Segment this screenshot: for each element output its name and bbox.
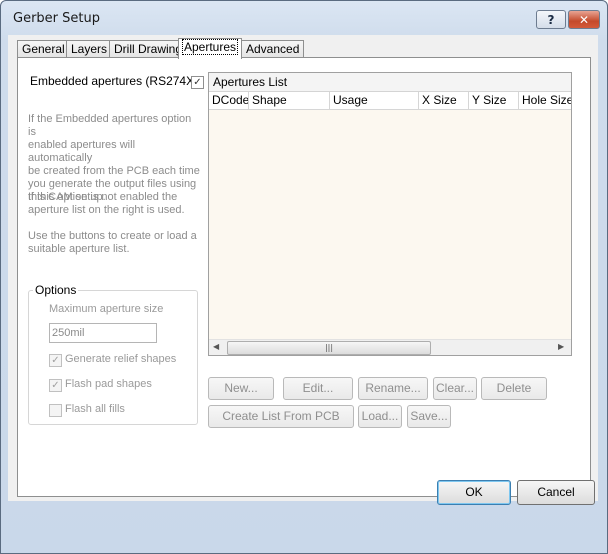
delete-button[interactable]: Delete xyxy=(481,377,547,400)
tab-drill-drawing-label: Drill Drawing xyxy=(114,42,183,56)
tab-general[interactable]: General xyxy=(17,40,70,58)
column-dcode[interactable]: DCode xyxy=(209,92,249,109)
scroll-thumb[interactable]: ||| xyxy=(227,341,431,355)
help-text-list: If this option is not enabled the apertu… xyxy=(28,191,200,217)
help-line: aperture list on the right is used. xyxy=(28,204,185,216)
help-line: If the Embedded apertures option is xyxy=(28,113,192,138)
apertures-tab-page: Embedded apertures (RS274X) ✓ If the Emb… xyxy=(17,57,591,497)
column-x-size[interactable]: X Size xyxy=(419,92,469,109)
rename-button[interactable]: Rename... xyxy=(358,377,428,400)
tab-apertures-label: Apertures xyxy=(181,39,239,55)
options-group-title: Options xyxy=(33,283,79,297)
column-hole-size[interactable]: Hole Size xyxy=(519,92,571,109)
tab-advanced[interactable]: Advanced xyxy=(241,40,305,58)
column-shape[interactable]: Shape xyxy=(249,92,330,109)
flash-all-fills-label: Flash all fills xyxy=(65,403,125,415)
tab-general-label: General xyxy=(22,42,65,56)
help-text-buttons: Use the buttons to create or load a suit… xyxy=(28,230,200,256)
edit-button[interactable]: Edit... xyxy=(283,377,353,400)
help-button[interactable]: ? xyxy=(536,10,566,29)
apertures-list-title: Apertures List xyxy=(213,75,288,89)
flash-pad-checkbox[interactable]: ✓ xyxy=(49,379,62,392)
help-line: Use the buttons to create or load a xyxy=(28,230,197,242)
generate-relief-label: Generate relief shapes xyxy=(65,353,177,365)
save-button[interactable]: Save... xyxy=(407,405,451,428)
help-line: be created from the PCB each time xyxy=(28,165,200,177)
tab-advanced-label: Advanced xyxy=(246,42,300,56)
horizontal-scrollbar[interactable]: ◀ ||| ▶ xyxy=(209,339,571,355)
help-line: you generate the output files using xyxy=(28,178,197,190)
column-y-size[interactable]: Y Size xyxy=(469,92,519,109)
column-usage[interactable]: Usage xyxy=(330,92,419,109)
flash-pad-label: Flash pad shapes xyxy=(65,378,152,390)
dialog-client-area: General Layers Drill Drawing Apertures A… xyxy=(8,35,598,501)
gerber-setup-dialog: Gerber Setup ? ✕ General Layers Drill Dr… xyxy=(0,0,608,554)
cancel-button[interactable]: Cancel xyxy=(517,480,595,505)
scroll-right-arrow-icon[interactable]: ▶ xyxy=(558,342,564,351)
clear-button[interactable]: Clear... xyxy=(433,377,477,400)
max-aperture-label: Maximum aperture size xyxy=(49,303,164,315)
help-line: suitable aperture list. xyxy=(28,243,130,255)
tab-apertures[interactable]: Apertures xyxy=(178,38,243,59)
apertures-list-title-bar: Apertures List xyxy=(209,73,571,92)
embedded-apertures-checkbox[interactable]: ✓ xyxy=(191,76,204,89)
help-line: If this option is not enabled the xyxy=(28,191,178,203)
generate-relief-checkbox[interactable]: ✓ xyxy=(49,354,62,367)
ok-button[interactable]: OK xyxy=(437,480,511,505)
max-aperture-input[interactable]: 250mil xyxy=(49,323,157,343)
tab-drill-drawing[interactable]: Drill Drawing xyxy=(109,40,188,58)
tab-layers-label: Layers xyxy=(71,42,108,56)
scroll-left-arrow-icon[interactable]: ◀ xyxy=(213,342,219,351)
options-group: Options Maximum aperture size 250mil ✓ G… xyxy=(28,283,198,425)
tab-layers[interactable]: Layers xyxy=(66,40,113,58)
create-list-from-pcb-button[interactable]: Create List From PCB xyxy=(208,405,354,428)
embedded-apertures-label: Embedded apertures (RS274X) xyxy=(30,74,199,88)
flash-all-fills-checkbox[interactable] xyxy=(49,404,62,417)
window-title: Gerber Setup xyxy=(13,11,100,26)
apertures-list-header: DCode Shape Usage X Size Y Size Hole Siz… xyxy=(209,92,571,110)
close-button[interactable]: ✕ xyxy=(568,10,600,29)
new-button[interactable]: New... xyxy=(208,377,274,400)
apertures-list[interactable]: Apertures List DCode Shape Usage X Size … xyxy=(208,72,572,356)
load-button[interactable]: Load... xyxy=(358,405,402,428)
help-line: enabled apertures will automatically xyxy=(28,139,136,164)
title-bar: Gerber Setup ? ✕ xyxy=(1,1,607,35)
